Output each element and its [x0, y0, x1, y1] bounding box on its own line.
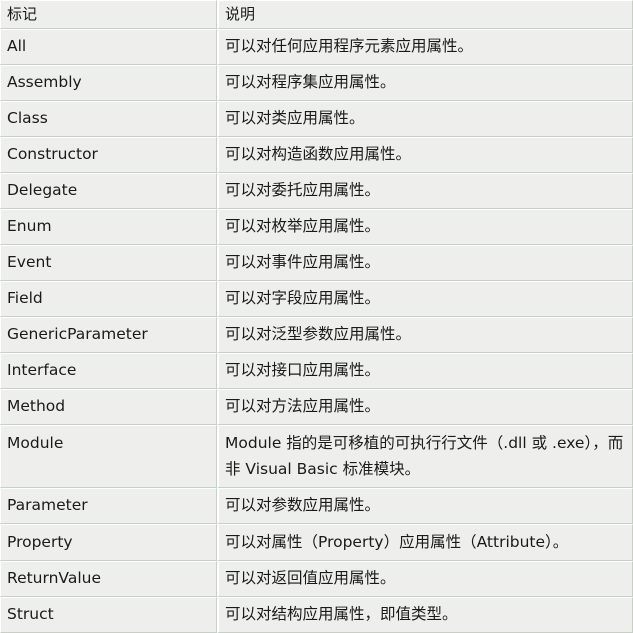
column-header-description: 说明 — [217, 0, 633, 29]
table-row: ReturnValue 可以对返回值应用属性。 — [0, 561, 633, 597]
table-row: All 可以对任何应用程序元素应用属性。 — [0, 29, 633, 65]
cell-description: 可以对返回值应用属性。 — [217, 561, 633, 597]
cell-description: 可以对结构应用属性，即值类型。 — [217, 597, 633, 633]
table-row: Interface 可以对接口应用属性。 — [0, 353, 633, 389]
cell-description: 可以对参数应用属性。 — [217, 488, 633, 524]
cell-tag: Property — [0, 524, 217, 561]
cell-description: 可以对任何应用程序元素应用属性。 — [217, 29, 633, 65]
cell-description: 可以对字段应用属性。 — [217, 281, 633, 317]
column-header-tag: 标记 — [0, 0, 217, 29]
cell-description: 可以对类应用属性。 — [217, 101, 633, 137]
cell-description: 可以对属性（Property）应用属性（Attribute）。 — [217, 524, 633, 561]
table-row: Field 可以对字段应用属性。 — [0, 281, 633, 317]
table-row: Delegate 可以对委托应用属性。 — [0, 173, 633, 209]
cell-tag: Event — [0, 245, 217, 281]
table-row: Property 可以对属性（Property）应用属性（Attribute）。 — [0, 524, 633, 561]
cell-tag: Struct — [0, 597, 217, 633]
cell-tag: Parameter — [0, 488, 217, 524]
cell-tag: ReturnValue — [0, 561, 217, 597]
cell-tag: Class — [0, 101, 217, 137]
cell-description: 可以对泛型参数应用属性。 — [217, 317, 633, 353]
table-row: Assembly 可以对程序集应用属性。 — [0, 65, 633, 101]
cell-tag: Delegate — [0, 173, 217, 209]
table-header-row: 标记 说明 — [0, 0, 633, 29]
attribute-targets-table: 标记 说明 All 可以对任何应用程序元素应用属性。 Assembly 可以对程序集应… — [0, 0, 633, 633]
cell-description: 可以对方法应用属性。 — [217, 389, 633, 425]
table-row: Parameter 可以对参数应用属性。 — [0, 488, 633, 524]
table-row: Event 可以对事件应用属性。 — [0, 245, 633, 281]
cell-tag: Method — [0, 389, 217, 425]
cell-description: 可以对程序集应用属性。 — [217, 65, 633, 101]
cell-description: 可以对枚举应用属性。 — [217, 209, 633, 245]
cell-description: 可以对接口应用属性。 — [217, 353, 633, 389]
table-row: Enum 可以对枚举应用属性。 — [0, 209, 633, 245]
table-row: Module Module 指的是可移植的可执行行文件（.dll 或 .exe），… — [0, 425, 633, 488]
table-row: Struct 可以对结构应用属性，即值类型。 — [0, 597, 633, 633]
cell-tag: Constructor — [0, 137, 217, 173]
cell-tag: Field — [0, 281, 217, 317]
table-row: Method 可以对方法应用属性。 — [0, 389, 633, 425]
cell-description: 可以对构造函数应用属性。 — [217, 137, 633, 173]
cell-description: 可以对委托应用属性。 — [217, 173, 633, 209]
table-row: Constructor 可以对构造函数应用属性。 — [0, 137, 633, 173]
table-body: All 可以对任何应用程序元素应用属性。 Assembly 可以对程序集应用属性。 Cl… — [0, 29, 633, 633]
cell-description: 可以对事件应用属性。 — [217, 245, 633, 281]
cell-description: Module 指的是可移植的可执行行文件（.dll 或 .exe），而非 Vis… — [217, 425, 633, 488]
cell-tag: Enum — [0, 209, 217, 245]
table-row: Class 可以对类应用属性。 — [0, 101, 633, 137]
cell-tag: GenericParameter — [0, 317, 217, 353]
cell-tag: Module — [0, 425, 217, 488]
cell-tag: Assembly — [0, 65, 217, 101]
table-row: GenericParameter 可以对泛型参数应用属性。 — [0, 317, 633, 353]
cell-tag: All — [0, 29, 217, 65]
table-header: 标记 说明 — [0, 0, 633, 29]
cell-tag: Interface — [0, 353, 217, 389]
